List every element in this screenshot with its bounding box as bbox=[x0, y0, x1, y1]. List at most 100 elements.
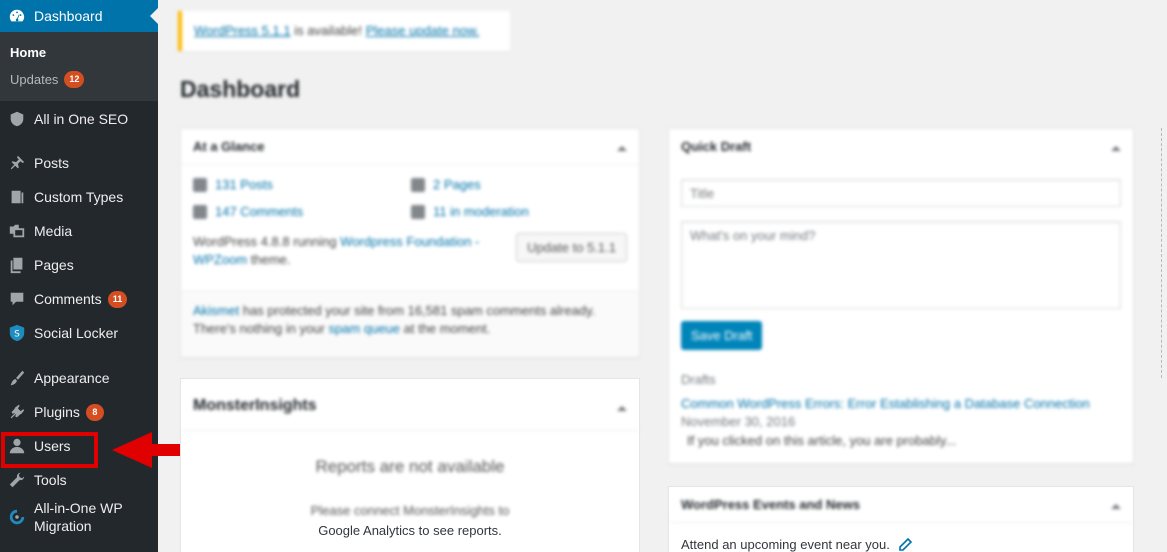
plugin-icon bbox=[7, 402, 27, 422]
updates-count-badge: 12 bbox=[64, 71, 85, 88]
spam-prefix: There's nothing in your bbox=[193, 321, 329, 336]
menu-label: All in One SEO bbox=[34, 111, 129, 127]
moderation-count-link[interactable]: 11 in moderation bbox=[433, 204, 529, 219]
menu-label: Media bbox=[34, 223, 73, 239]
page-title: Dashboard bbox=[180, 76, 301, 102]
save-draft-button[interactable]: Save Draft bbox=[681, 321, 763, 350]
menu-label: Custom Types bbox=[34, 189, 124, 205]
pushpin-icon bbox=[7, 153, 27, 173]
connect-line-1: Please connect MonsterInsights to bbox=[310, 503, 510, 518]
widget-header[interactable]: Quick Draft bbox=[669, 129, 1133, 165]
dashboard-submenu: Home Updates 12 bbox=[0, 32, 158, 101]
pages-icon bbox=[411, 177, 425, 192]
menu-label: Posts bbox=[34, 155, 70, 171]
menu-label: Plugins bbox=[34, 404, 80, 420]
running-suffix: theme. bbox=[247, 252, 291, 267]
draft-title-input[interactable]: Title bbox=[681, 179, 1121, 207]
plugins-count-badge: 8 bbox=[85, 403, 104, 421]
connect-line-2: Google Analytics to see reports. bbox=[318, 523, 502, 538]
widget-title: Quick Draft bbox=[681, 139, 752, 154]
menu-comments[interactable]: Comments 11 bbox=[0, 282, 158, 316]
menu-dashboard-label: Dashboard bbox=[34, 8, 103, 24]
menu-label: Social Locker bbox=[34, 325, 119, 341]
comments-count-link[interactable]: 147 Comments bbox=[215, 204, 303, 219]
paintbrush-icon bbox=[7, 368, 27, 388]
draft-entry: Common WordPress Errors: Error Establish… bbox=[681, 395, 1121, 431]
reports-unavailable-text: Reports are not available bbox=[315, 457, 505, 476]
archive-icon bbox=[7, 187, 27, 207]
migration-icon bbox=[7, 507, 27, 527]
admin-sidebar: Dashboard Home Updates 12 All in One SEO… bbox=[0, 0, 158, 552]
collapse-arrow-icon[interactable] bbox=[617, 401, 627, 411]
widget-header[interactable]: WordPress Events and News bbox=[669, 487, 1133, 523]
widget-header[interactable]: MonsterInsights bbox=[181, 379, 639, 431]
events-news-widget: WordPress Events and News Attend an upco… bbox=[668, 486, 1134, 552]
menu-label: Users bbox=[34, 438, 71, 454]
submenu-updates-label: Updates bbox=[10, 72, 59, 87]
pages-count-link[interactable]: 2 Pages bbox=[433, 177, 481, 192]
dashboard-main: WordPress 5.1.1 is available! Please upd… bbox=[158, 0, 1167, 552]
media-icon bbox=[7, 221, 27, 241]
menu-appearance[interactable]: Appearance bbox=[0, 361, 158, 395]
shield-icon bbox=[7, 109, 27, 129]
menu-all-in-one-seo[interactable]: All in One SEO bbox=[0, 102, 158, 136]
draft-content-textarea[interactable]: What's on your mind? bbox=[681, 221, 1121, 309]
menu-dashboard[interactable]: Dashboard bbox=[0, 0, 158, 32]
draft-link[interactable]: Common WordPress Errors: Error Establish… bbox=[681, 396, 1090, 411]
menu-tools[interactable]: Tools bbox=[0, 463, 158, 497]
comment-icon bbox=[7, 289, 27, 309]
at-a-glance-widget: At a Glance 131 Posts 2 Pages 147 Commen… bbox=[180, 128, 640, 358]
monsterinsights-widget: MonsterInsights Reports are not availabl… bbox=[180, 378, 640, 552]
wordpress-version-link[interactable]: WordPress 5.1.1 bbox=[194, 23, 291, 38]
wrench-icon bbox=[7, 470, 27, 490]
submenu-home[interactable]: Home bbox=[0, 39, 158, 66]
menu-label: Comments bbox=[34, 291, 102, 307]
akismet-text: has protected your site from 16,581 spam… bbox=[239, 303, 596, 318]
spam-queue-link[interactable]: spam queue bbox=[328, 321, 400, 336]
menu-label: Tools bbox=[34, 472, 67, 488]
attend-event-text: Attend an upcoming event near you. bbox=[681, 537, 890, 552]
notice-text: is available! bbox=[290, 23, 366, 38]
submenu-updates[interactable]: Updates 12 bbox=[0, 66, 158, 93]
social-locker-icon: S bbox=[7, 323, 27, 343]
comment-icon bbox=[193, 204, 207, 219]
update-now-link[interactable]: Please update now. bbox=[366, 23, 479, 38]
draft-excerpt: If you clicked on this article, you are … bbox=[687, 433, 957, 448]
pencil-icon[interactable] bbox=[898, 537, 912, 552]
menu-all-in-one-wp-migration[interactable]: All-in-One WP Migration bbox=[0, 497, 158, 537]
menu-users[interactable]: Users bbox=[0, 429, 158, 463]
menu-label: Appearance bbox=[34, 370, 110, 386]
version-info: WordPress 4.8.8 running Wordpress Founda… bbox=[193, 233, 493, 269]
menu-plugins[interactable]: Plugins 8 bbox=[0, 395, 158, 429]
menu-social-locker[interactable]: S Social Locker bbox=[0, 316, 158, 350]
draft-date: November 30, 2016 bbox=[681, 414, 796, 429]
menu-posts[interactable]: Posts bbox=[0, 146, 158, 180]
widget-header[interactable]: At a Glance bbox=[181, 129, 639, 165]
drop-zone-placeholder bbox=[1161, 128, 1167, 378]
quick-draft-widget: Quick Draft Title What's on your mind? S… bbox=[668, 128, 1134, 464]
pushpin-icon bbox=[193, 177, 207, 192]
collapse-arrow-icon[interactable] bbox=[617, 141, 627, 151]
menu-custom-types[interactable]: Custom Types bbox=[0, 180, 158, 214]
attend-event-row: Attend an upcoming event near you. bbox=[669, 523, 1133, 552]
spam-suffix: at the moment. bbox=[400, 321, 491, 336]
menu-media[interactable]: Media bbox=[0, 214, 158, 248]
akismet-info: Akismet has protected your site from 16,… bbox=[181, 291, 639, 357]
comments-count-badge: 11 bbox=[107, 290, 128, 308]
akismet-link[interactable]: Akismet bbox=[193, 303, 239, 318]
running-prefix: WordPress 4.8.8 running bbox=[193, 234, 341, 249]
menu-label: Pages bbox=[34, 257, 74, 273]
update-notice: WordPress 5.1.1 is available! Please upd… bbox=[178, 11, 510, 51]
dashboard-icon bbox=[7, 6, 27, 26]
collapse-arrow-icon[interactable] bbox=[1111, 499, 1121, 509]
update-version-button[interactable]: Update to 5.1.1 bbox=[516, 233, 627, 262]
user-icon bbox=[7, 436, 27, 456]
collapse-arrow-icon[interactable] bbox=[1111, 141, 1121, 151]
widget-title: WordPress Events and News bbox=[681, 497, 860, 512]
submenu-home-label: Home bbox=[10, 45, 47, 60]
moderation-icon bbox=[411, 204, 425, 219]
posts-count-link[interactable]: 131 Posts bbox=[215, 177, 273, 192]
menu-pages[interactable]: Pages bbox=[0, 248, 158, 282]
drafts-label: Drafts bbox=[681, 372, 716, 387]
menu-label: All-in-One WP Migration bbox=[34, 500, 123, 534]
